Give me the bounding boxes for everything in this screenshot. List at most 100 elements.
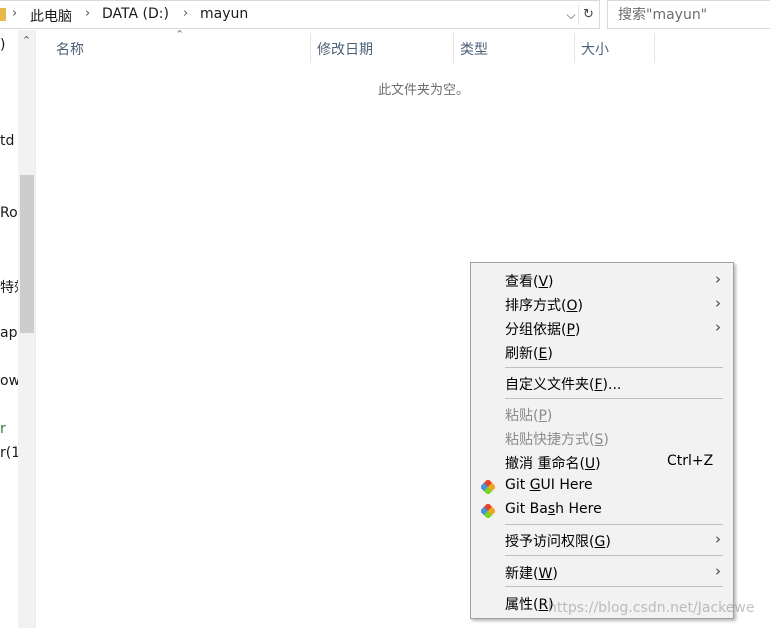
search-input[interactable] bbox=[608, 1, 770, 28]
nav-item[interactable]: ) bbox=[0, 37, 5, 53]
menu-separator bbox=[505, 524, 723, 525]
column-type[interactable]: 类型 bbox=[460, 39, 488, 59]
column-divider[interactable] bbox=[453, 33, 454, 63]
menu-item-git-gui[interactable]: Git GUI Here bbox=[471, 474, 733, 498]
label-text: ) bbox=[547, 346, 553, 362]
menu-separator bbox=[505, 586, 723, 587]
menu-item-label: 自定义文件夹(F)... bbox=[505, 374, 621, 394]
submenu-arrow-icon: › bbox=[715, 530, 721, 548]
access-key: G bbox=[529, 477, 541, 493]
label-text: ) bbox=[603, 432, 609, 448]
breadcrumb-chevron-icon[interactable]: › bbox=[85, 6, 90, 21]
menu-item-label: 授予访问权限(G) bbox=[505, 531, 611, 551]
label-text: 粘贴( bbox=[505, 408, 539, 424]
menu-item-git-bash[interactable]: Git Bash Here bbox=[471, 498, 733, 522]
access-key: V bbox=[538, 274, 549, 290]
access-key: P bbox=[538, 408, 547, 424]
pane-divider bbox=[35, 30, 36, 628]
column-divider[interactable] bbox=[574, 33, 575, 63]
column-divider[interactable] bbox=[310, 33, 311, 63]
label-text: ) bbox=[577, 298, 583, 314]
column-size[interactable]: 大小 bbox=[581, 39, 609, 59]
menu-item-customize-folder[interactable]: 自定义文件夹(F)... bbox=[471, 371, 733, 395]
menu-item-label: 新建(W) bbox=[505, 563, 558, 583]
access-key: U bbox=[584, 456, 596, 472]
refresh-icon[interactable]: ↻ bbox=[578, 5, 598, 25]
label-text: 查看( bbox=[505, 274, 539, 290]
label-text: ) bbox=[548, 274, 554, 290]
label-text: ) bbox=[546, 408, 553, 424]
empty-folder-message: 此文件夹为空。 bbox=[378, 83, 470, 98]
address-dropdown-icon[interactable]: ⌵ bbox=[563, 6, 579, 24]
menu-separator bbox=[505, 555, 723, 556]
git-icon bbox=[481, 480, 495, 494]
label-text: 排序方式( bbox=[505, 298, 567, 314]
submenu-arrow-icon: › bbox=[715, 270, 721, 288]
nav-item[interactable]: r bbox=[0, 421, 6, 437]
sort-ascending-icon: ⌃ bbox=[175, 28, 185, 41]
breadcrumb-chevron-icon[interactable]: › bbox=[183, 6, 188, 21]
menu-item-group-by[interactable]: 分组依据(P) › bbox=[471, 316, 733, 340]
column-divider[interactable] bbox=[654, 33, 655, 63]
label-text: 分组依据( bbox=[505, 322, 567, 338]
watermark: https://blog.csdn.net/Jackewe bbox=[548, 600, 755, 616]
menu-item-give-access[interactable]: 授予访问权限(G) › bbox=[471, 528, 733, 552]
column-date-modified[interactable]: 修改日期 bbox=[317, 39, 373, 59]
breadcrumb-folder[interactable]: mayun bbox=[200, 6, 248, 22]
label-text: UI Here bbox=[540, 477, 593, 493]
menu-item-label: Git Bash Here bbox=[505, 501, 602, 517]
menu-item-view[interactable]: 查看(V) › bbox=[471, 268, 733, 292]
label-text: 新建( bbox=[505, 566, 539, 582]
menu-item-paste-shortcut: 粘贴快捷方式(S) bbox=[471, 426, 733, 450]
menu-separator bbox=[505, 367, 723, 368]
breadcrumb-chevron-icon[interactable]: › bbox=[12, 6, 17, 21]
menu-item-label: 排序方式(O) bbox=[505, 295, 583, 315]
menu-item-new[interactable]: 新建(W) › bbox=[471, 560, 733, 584]
label-text: 自定义文件夹( bbox=[505, 377, 595, 393]
menu-item-paste: 粘贴(P) bbox=[471, 402, 733, 426]
submenu-arrow-icon: › bbox=[715, 294, 721, 312]
label-text: 刷新( bbox=[505, 346, 539, 362]
menu-item-label: 刷新(E) bbox=[505, 343, 553, 363]
breadcrumb-this-pc[interactable]: 此电脑 bbox=[30, 6, 72, 26]
label-text: Git Ba bbox=[505, 501, 548, 517]
access-key: O bbox=[566, 298, 578, 314]
submenu-arrow-icon: › bbox=[715, 318, 721, 336]
label-text: )... bbox=[602, 377, 622, 393]
folder-icon bbox=[0, 8, 6, 21]
submenu-arrow-icon: › bbox=[715, 562, 721, 580]
menu-separator bbox=[505, 398, 723, 399]
access-key: P bbox=[566, 322, 575, 338]
navigation-pane: ) td Ro 特效 ape owr r r(1) ⌃ bbox=[0, 30, 36, 628]
access-key: W bbox=[538, 566, 553, 582]
label-text: 授予访问权限( bbox=[505, 534, 595, 550]
nav-item[interactable]: Ro bbox=[0, 205, 18, 221]
search-box[interactable] bbox=[607, 0, 770, 29]
menu-item-label: 分组依据(P) bbox=[505, 319, 580, 339]
menu-item-shortcut: Ctrl+Z bbox=[667, 453, 714, 469]
menu-item-label: 查看(V) bbox=[505, 271, 554, 291]
nav-scrollbar-thumb[interactable] bbox=[20, 175, 34, 333]
menu-item-refresh[interactable]: 刷新(E) bbox=[471, 340, 733, 364]
label-text: ) bbox=[595, 456, 601, 472]
access-key: G bbox=[594, 534, 606, 550]
label-text: Git bbox=[505, 477, 530, 493]
access-key: F bbox=[594, 377, 603, 393]
label-text: 粘贴快捷方式( bbox=[505, 432, 595, 448]
context-menu: 查看(V) › 排序方式(O) › 分组依据(P) › 刷新(E) 自定义文件夹… bbox=[470, 262, 734, 619]
label-text: 撤消 重命名( bbox=[505, 456, 585, 472]
menu-item-label: 粘贴(P) bbox=[505, 405, 552, 425]
column-name[interactable]: 名称 bbox=[56, 39, 84, 59]
address-bar[interactable]: › 此电脑 › DATA (D:) › mayun ⌵ ↻ bbox=[0, 0, 600, 29]
access-key: E bbox=[538, 346, 548, 362]
menu-item-undo-rename[interactable]: 撤消 重命名(U) Ctrl+Z bbox=[471, 450, 733, 474]
label-text: ) bbox=[574, 322, 581, 338]
access-key: R bbox=[538, 597, 549, 613]
breadcrumb-drive[interactable]: DATA (D:) bbox=[102, 6, 169, 22]
menu-item-sort-by[interactable]: 排序方式(O) › bbox=[471, 292, 733, 316]
label-text: 属性( bbox=[505, 597, 539, 613]
nav-item[interactable]: td bbox=[0, 133, 14, 149]
menu-item-label: 粘贴快捷方式(S) bbox=[505, 429, 609, 449]
label-text: ) bbox=[552, 566, 558, 582]
scroll-up-icon[interactable]: ⌃ bbox=[18, 34, 35, 48]
